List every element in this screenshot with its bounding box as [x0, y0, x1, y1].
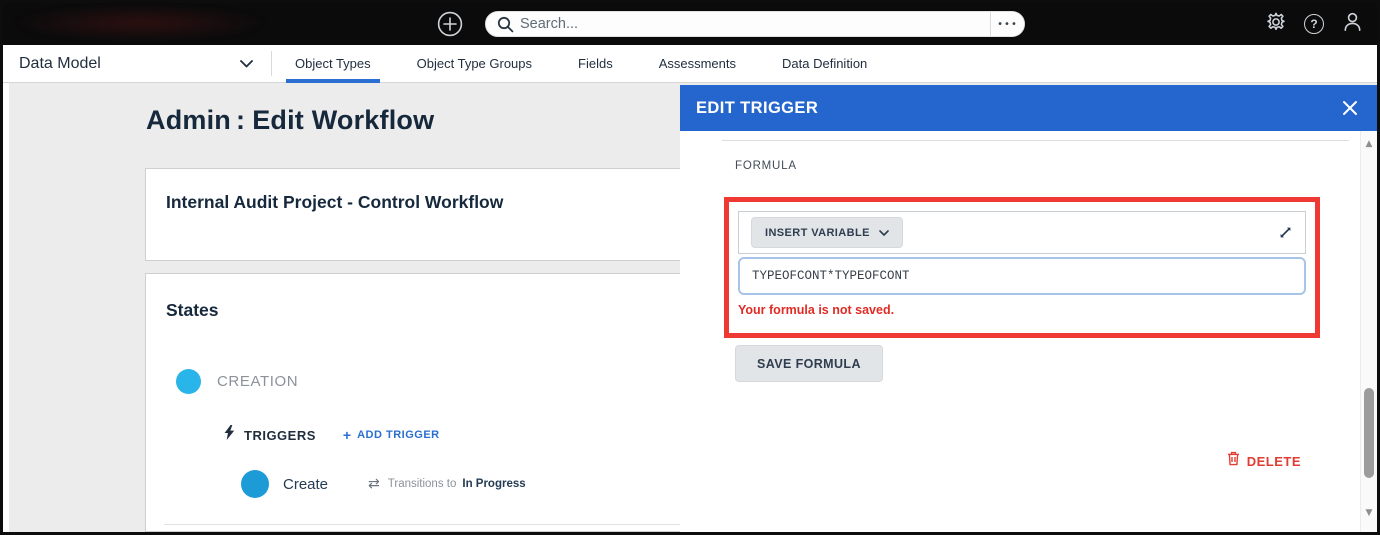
scrollbar-thumb[interactable]: [1364, 388, 1374, 478]
edit-trigger-panel: EDIT TRIGGER FORMULA INSERT VARIABLE: [680, 85, 1377, 532]
add-trigger-button[interactable]: + ADD TRIGGER: [343, 427, 440, 443]
workflow-card: Internal Audit Project - Control Workflo…: [145, 168, 707, 261]
formula-toolbar: INSERT VARIABLE: [738, 211, 1306, 254]
state-row-creation[interactable]: CREATION: [176, 369, 298, 394]
tab-data-definition[interactable]: Data Definition: [759, 45, 890, 82]
panel-header: EDIT TRIGGER: [680, 85, 1377, 131]
top-bar: ••• ?: [3, 3, 1377, 45]
triggers-row: TRIGGERS + ADD TRIGGER: [224, 425, 440, 445]
formula-highlight-box: INSERT VARIABLE: [724, 197, 1320, 338]
user-profile-icon[interactable]: [1341, 10, 1364, 38]
triggers-label: TRIGGERS: [244, 428, 316, 443]
delete-trigger-button[interactable]: DELETE: [1227, 451, 1301, 471]
formula-section-label: FORMULA: [735, 160, 797, 172]
state-color-dot: [176, 369, 201, 394]
panel-divider: [722, 140, 1349, 141]
states-heading: States: [146, 274, 706, 321]
transition-label: Transitions to: [388, 478, 457, 490]
close-button[interactable]: [1339, 97, 1361, 119]
page-title-prefix: Admin: [146, 105, 231, 135]
search-more-button[interactable]: •••: [991, 12, 1024, 36]
save-formula-button[interactable]: SAVE FORMULA: [735, 345, 883, 382]
expand-icon[interactable]: [1278, 225, 1293, 240]
add-trigger-label: ADD TRIGGER: [357, 429, 440, 441]
formula-error-message: Your formula is not saved.: [738, 303, 1306, 317]
states-card: States CREATION TRIGGERS + ADD TRIGGER: [145, 273, 707, 532]
module-selector-label: Data Model: [19, 55, 101, 73]
states-card-divider: [164, 524, 706, 525]
ellipsis-icon: •••: [997, 19, 1018, 30]
panel-title: EDIT TRIGGER: [696, 99, 818, 118]
page-title: Admin:Edit Workflow: [146, 105, 434, 136]
trash-icon: [1227, 451, 1240, 471]
tab-assessments[interactable]: Assessments: [636, 45, 759, 82]
nav-bar: Data Model Object Types Object Type Grou…: [3, 45, 1377, 83]
delete-label: DELETE: [1247, 454, 1301, 469]
nav-tabs: Object Types Object Type Groups Fields A…: [272, 45, 890, 82]
trigger-name: Create: [283, 476, 328, 493]
chevron-down-icon: [879, 230, 889, 236]
transition-target: In Progress: [462, 478, 525, 490]
redacted-logo: [15, 5, 265, 41]
panel-scrollbar[interactable]: ▲ ▼: [1360, 131, 1377, 532]
page-content: Admin:Edit Workflow Internal Audit Proje…: [3, 83, 1377, 532]
gear-icon[interactable]: [1265, 11, 1287, 38]
tab-fields[interactable]: Fields: [555, 45, 636, 82]
search-input[interactable]: [514, 16, 990, 32]
insert-variable-button[interactable]: INSERT VARIABLE: [751, 217, 903, 248]
trigger-row-create[interactable]: Create ⇄ Transitions to In Progress: [241, 470, 526, 498]
help-icon[interactable]: ?: [1304, 14, 1324, 34]
trigger-color-dot: [241, 470, 269, 498]
scroll-up-icon[interactable]: ▲: [1361, 139, 1377, 149]
tab-object-types[interactable]: Object Types: [272, 45, 394, 82]
transition-info: ⇄ Transitions to In Progress: [368, 476, 526, 492]
search-bar[interactable]: •••: [485, 11, 1025, 37]
add-button[interactable]: [437, 11, 463, 37]
search-icon: [497, 16, 514, 33]
panel-body: FORMULA INSERT VARIABLE: [680, 131, 1377, 532]
tab-object-type-groups[interactable]: Object Type Groups: [394, 45, 555, 82]
plus-icon: +: [343, 427, 351, 443]
workflow-card-title: Internal Audit Project - Control Workflo…: [146, 169, 706, 213]
state-name: CREATION: [217, 373, 298, 390]
page-title-text: Edit Workflow: [252, 105, 434, 135]
lightning-bolt-icon: [224, 425, 235, 445]
chevron-down-icon: [240, 55, 253, 73]
app-window: ••• ? Data Model: [0, 0, 1380, 535]
plus-circle-icon: [437, 24, 463, 41]
module-selector[interactable]: Data Model: [3, 45, 271, 82]
page-title-separator: :: [236, 105, 245, 135]
insert-variable-label: INSERT VARIABLE: [765, 227, 870, 239]
scroll-down-icon[interactable]: ▼: [1361, 508, 1377, 518]
transitions-icon: ⇄: [368, 476, 380, 492]
left-edge-strip: [3, 83, 9, 532]
formula-input[interactable]: [738, 257, 1306, 295]
